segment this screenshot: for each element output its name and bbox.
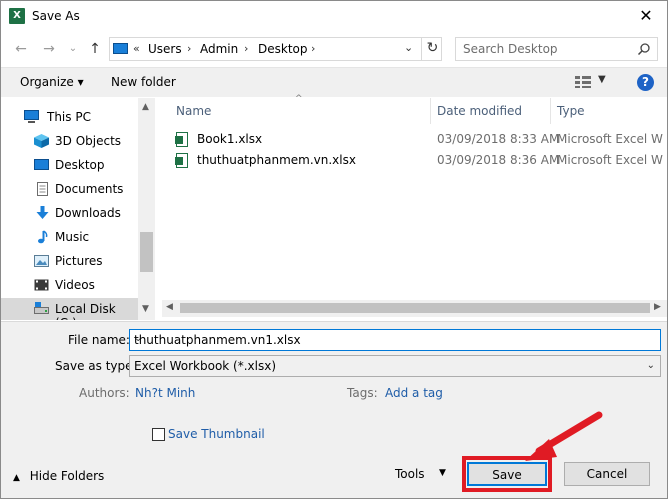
nav-item-desktop[interactable]: Desktop [1, 154, 141, 176]
recent-locations-dropdown-icon[interactable]: ⌄ [63, 39, 83, 59]
view-dropdown-icon[interactable]: ▼ [598, 74, 606, 85]
scroll-right-icon[interactable]: ▶ [654, 302, 661, 312]
help-icon[interactable]: ? [637, 74, 654, 91]
column-divider[interactable] [430, 98, 431, 124]
nav-item-local-disk[interactable]: Local Disk (C:) [1, 298, 141, 320]
file-name-label: File name: [68, 333, 130, 347]
breadcrumb-desktop[interactable]: Desktop [258, 42, 308, 56]
back-arrow-icon[interactable]: ← [11, 39, 31, 59]
column-header-date-modified[interactable]: Date modified [437, 104, 522, 118]
search-icon [637, 43, 650, 56]
nav-item-this-pc[interactable]: This PC [1, 106, 141, 128]
file-name: Book1.xlsx [197, 132, 263, 146]
excel-app-icon: X [9, 8, 25, 24]
save-as-type-select[interactable]: Excel Workbook (*.xlsx) ⌄ [129, 355, 661, 377]
file-list: ^ Name Date modified Type Book1.xlsx 03/… [162, 94, 667, 320]
tags-label: Tags: [347, 386, 378, 400]
nav-item-3d-objects[interactable]: 3D Objects [1, 130, 141, 152]
authors-label: Authors: [79, 386, 130, 400]
pc-icon [113, 43, 128, 54]
breadcrumb-separator[interactable]: › [311, 42, 315, 55]
nav-item-pictures[interactable]: Pictures [1, 250, 141, 272]
organize-menu[interactable]: Organize ▾ [20, 75, 84, 89]
search-box[interactable]: Search Desktop [455, 37, 658, 61]
save-as-type-label: Save as type: [55, 359, 137, 373]
refresh-icon[interactable]: ↻ [421, 37, 443, 61]
column-header-name[interactable]: Name [176, 104, 211, 118]
sort-caret-icon: ^ [295, 94, 303, 104]
tools-dropdown-icon[interactable]: ▼ [439, 468, 446, 478]
videos-icon [34, 279, 49, 291]
file-row[interactable]: Book1.xlsx 03/09/2018 8:33 AM Microsoft … [170, 129, 667, 149]
up-arrow-icon[interactable]: ↑ [85, 39, 105, 59]
documents-icon [37, 182, 48, 196]
breadcrumb-separator[interactable]: › [244, 42, 248, 55]
file-date: 03/09/2018 8:33 AM [437, 132, 560, 146]
column-header-type[interactable]: Type [557, 104, 585, 118]
chevron-down-icon[interactable]: ⌄ [647, 360, 655, 371]
address-bar[interactable]: « Users › Admin › Desktop › ⌄ [109, 37, 442, 61]
address-dropdown-icon[interactable]: ⌄ [404, 41, 413, 54]
hide-folders-label: Hide Folders [29, 469, 105, 483]
file-name: thuthuatphanmem.vn.xlsx [197, 153, 356, 167]
excel-file-icon [175, 153, 188, 168]
authors-value[interactable]: Nh?t Minh [135, 386, 195, 400]
save-as-type-value: Excel Workbook (*.xlsx) [134, 359, 277, 373]
save-thumbnail-checkbox[interactable] [152, 428, 165, 441]
scrollbar-thumb[interactable] [180, 303, 650, 313]
downloads-icon [36, 206, 49, 219]
file-type: Microsoft Excel W [557, 132, 663, 146]
breadcrumb-separator[interactable]: › [187, 42, 191, 55]
scroll-up-icon[interactable]: ▲ [142, 102, 149, 112]
cube-icon [34, 134, 49, 148]
file-type: Microsoft Excel W [557, 153, 663, 167]
pc-icon [24, 110, 39, 123]
file-row[interactable]: thuthuatphanmem.vn.xlsx 03/09/2018 8:36 … [170, 150, 667, 170]
add-tag-link[interactable]: Add a tag [385, 386, 443, 400]
forward-arrow-icon[interactable]: → [39, 39, 59, 59]
nav-item-videos[interactable]: Videos [1, 274, 141, 296]
music-icon [38, 230, 48, 244]
desktop-icon [34, 159, 49, 170]
breadcrumb-users[interactable]: Users [148, 42, 182, 56]
window-title: Save As [32, 9, 80, 23]
nav-item-music[interactable]: Music [1, 226, 141, 248]
nav-item-downloads[interactable]: Downloads [1, 202, 141, 224]
disk-icon [34, 302, 49, 314]
new-folder-button[interactable]: New folder [111, 75, 176, 89]
hide-folders-toggle[interactable]: ▲ Hide Folders [13, 469, 104, 483]
breadcrumb-admin[interactable]: Admin [200, 42, 238, 56]
column-divider[interactable] [550, 98, 551, 124]
excel-file-icon [175, 132, 188, 147]
close-button[interactable]: ✕ [631, 5, 661, 27]
red-arrow-annotation [525, 411, 603, 461]
navigation-pane: This PC 3D Objects Desktop Documents Dow… [1, 98, 155, 320]
pictures-icon [34, 255, 49, 267]
view-options-icon[interactable] [575, 76, 591, 88]
address-overflow[interactable]: « [133, 42, 140, 55]
navigation-scrollbar[interactable]: ▲ ▼ [138, 98, 155, 320]
scrollbar-thumb[interactable] [140, 232, 153, 272]
nav-item-documents[interactable]: Documents [1, 178, 141, 200]
save-as-dialog: X Save As ✕ ← → ⌄ ↑ « Users › Admin › De… [0, 0, 668, 499]
scroll-left-icon[interactable]: ◀ [166, 302, 173, 312]
scroll-down-icon[interactable]: ▼ [142, 304, 149, 314]
file-date: 03/09/2018 8:36 AM [437, 153, 560, 167]
chevron-up-icon: ▲ [13, 473, 20, 483]
horizontal-scrollbar[interactable]: ◀ ▶ [162, 300, 667, 317]
file-name-input[interactable]: thuthuatphanmem.vn1.xlsx ⌄ [129, 329, 661, 351]
title-bar: X Save As ✕ [1, 1, 667, 31]
command-toolbar: Organize ▾ New folder ▼ ? [1, 67, 667, 97]
save-thumbnail-label[interactable]: Save Thumbnail [168, 427, 265, 441]
chevron-down-icon[interactable]: ⌄ [134, 333, 655, 344]
tools-menu[interactable]: Tools [395, 467, 425, 481]
search-placeholder: Search Desktop [463, 42, 558, 56]
